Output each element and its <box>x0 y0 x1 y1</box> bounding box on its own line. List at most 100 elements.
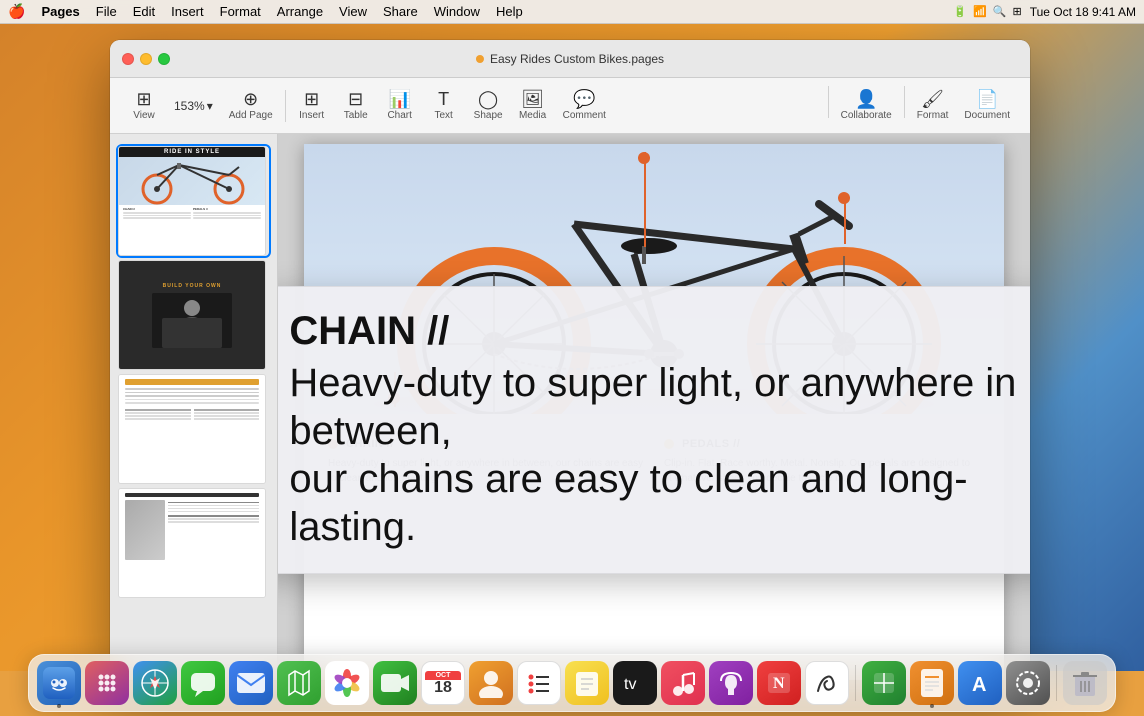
toolbar-format[interactable]: 🖌 Format <box>909 86 957 125</box>
toolbar-shape[interactable]: ◯ Shape <box>466 86 511 125</box>
toolbar-chart[interactable]: 📊 Chart <box>378 86 422 125</box>
annotation-dot-saddle <box>638 152 650 164</box>
menubar-edit[interactable]: Edit <box>125 0 163 24</box>
wifi-icon: 📶 <box>973 5 987 18</box>
text-icon: T <box>438 90 449 108</box>
dock-separator <box>855 665 856 701</box>
dock-separator-2 <box>1056 665 1057 701</box>
thumb2-label: BUILD YOUR OWN <box>163 283 222 289</box>
toolbar-zoom[interactable]: 153% ▾ <box>166 95 221 117</box>
window-title-text: Easy Rides Custom Bikes.pages <box>490 52 664 66</box>
dock-mail[interactable] <box>229 661 273 705</box>
dock: OCT 18 tv <box>28 654 1116 712</box>
canvas-area: CHAIN // Heavy-duty to super light, or a… <box>278 134 1030 680</box>
window-title: Easy Rides Custom Bikes.pages <box>476 52 664 66</box>
toolbar-add-page[interactable]: ⊕ Add Page <box>221 86 281 125</box>
menubar-format[interactable]: Format <box>212 0 269 24</box>
dock-photos[interactable] <box>325 661 369 705</box>
toolbar-text[interactable]: T Text <box>422 86 466 125</box>
dock-messages[interactable] <box>181 661 225 705</box>
annotation-dot-handle <box>838 192 850 204</box>
menubar-share[interactable]: Share <box>375 0 426 24</box>
dock-reminders[interactable] <box>517 661 561 705</box>
dock-appletv[interactable]: tv <box>613 661 657 705</box>
thumb1-content: CHAIN // PEDALS // <box>119 205 265 222</box>
dock-pages[interactable] <box>910 661 954 705</box>
dock-notes[interactable] <box>565 661 609 705</box>
comment-label: Comment <box>563 110 606 121</box>
svg-text:A: A <box>972 674 986 696</box>
freeform-icon <box>813 669 841 697</box>
dock-maps[interactable] <box>277 661 321 705</box>
launchpad-icon <box>93 669 121 697</box>
reminders-icon <box>525 669 553 697</box>
menubar-window[interactable]: Window <box>426 0 488 24</box>
window-titlebar: Easy Rides Custom Bikes.pages <box>110 40 1030 78</box>
menubar-file[interactable]: File <box>88 0 125 24</box>
thumb-image-2: BUILD YOUR OWN <box>118 260 266 370</box>
toolbar-media[interactable]: 🖼 Media <box>511 86 555 125</box>
minimize-button[interactable] <box>140 53 152 65</box>
apple-menu[interactable]: 🍎 <box>8 3 25 20</box>
dock-trash[interactable] <box>1063 661 1107 705</box>
battery-icon: 🔋 <box>953 5 967 18</box>
dock-podcasts[interactable] <box>709 661 753 705</box>
dock-appstore[interactable]: A <box>958 661 1002 705</box>
finder-icon <box>43 667 75 699</box>
menubar-help[interactable]: Help <box>488 0 531 24</box>
thumb2-bg: BUILD YOUR OWN <box>119 261 265 369</box>
dock-safari[interactable] <box>133 661 177 705</box>
system-time: Tue Oct 18 9:41 AM <box>1030 5 1136 19</box>
toolbar-view[interactable]: ⊞ View <box>122 86 166 125</box>
menubar-view[interactable]: View <box>331 0 375 24</box>
document-icon: 📄 <box>976 90 998 108</box>
toolbar-insert[interactable]: ⊞ Insert <box>290 86 334 125</box>
thumb-image-1: RIDE IN STYLE <box>118 146 266 256</box>
close-button[interactable] <box>122 53 134 65</box>
thumbnail-1[interactable]: 1 RIDE IN STYLE <box>118 146 269 256</box>
thumb3-bg <box>119 375 265 483</box>
thumbnail-3[interactable]: 3 <box>118 374 269 484</box>
dock-music[interactable] <box>661 661 705 705</box>
dock-news[interactable]: N <box>757 661 801 705</box>
format-icon: 🖌 <box>921 90 944 108</box>
dock-launchpad[interactable] <box>85 661 129 705</box>
thumb4-bg <box>119 489 265 597</box>
calendar-display: OCT 18 <box>425 671 461 696</box>
media-icon: 🖼 <box>521 90 544 108</box>
toolbar-collaborate[interactable]: 👤 Collaborate <box>833 86 900 125</box>
control-center-icon[interactable]: ⊞ <box>1013 5 1022 18</box>
pages-active-dot <box>930 704 934 708</box>
dock-calendar[interactable]: OCT 18 <box>421 661 465 705</box>
collaborate-label: Collaborate <box>841 110 892 121</box>
document-label: Document <box>964 110 1010 121</box>
systemprefs-icon <box>1014 669 1042 697</box>
thumbnail-2[interactable]: 2 BUILD YOUR OWN <box>118 260 269 370</box>
toolbar-right-group: 👤 Collaborate 🖌 Format 📄 Document <box>824 86 1018 125</box>
status-icons: 🔋 📶 🔍 ⊞ <box>953 5 1021 18</box>
dock-finder[interactable] <box>37 661 81 705</box>
menubar-insert[interactable]: Insert <box>163 0 212 24</box>
dock-systemprefs[interactable] <box>1006 661 1050 705</box>
dock-numbers[interactable] <box>862 661 906 705</box>
menubar: 🍎 Pages File Edit Insert Format Arrange … <box>0 0 1144 24</box>
toolbar-comment[interactable]: 💬 Comment <box>555 86 614 125</box>
toolbar-table[interactable]: ⊟ Table <box>334 86 378 125</box>
finder-active-dot <box>57 704 61 708</box>
toolbar-document[interactable]: 📄 Document <box>956 86 1018 125</box>
thumb1-bike-area <box>119 157 265 205</box>
thumb-image-4 <box>118 488 266 598</box>
dock-contacts[interactable] <box>469 661 513 705</box>
thumbnail-4[interactable]: 4 <box>118 488 269 598</box>
mail-icon <box>236 672 266 694</box>
comment-icon: 💬 <box>573 90 595 108</box>
menubar-app-name[interactable]: Pages <box>33 0 87 24</box>
search-icon[interactable]: 🔍 <box>993 5 1007 18</box>
music-icon <box>670 669 696 697</box>
dock-facetime[interactable] <box>373 661 417 705</box>
dock-freeform[interactable] <box>805 661 849 705</box>
zoom-button[interactable] <box>158 53 170 65</box>
menubar-arrange[interactable]: Arrange <box>269 0 331 24</box>
thumbnail-panel[interactable]: 1 RIDE IN STYLE <box>110 134 278 680</box>
page-canvas: CHAIN // Heavy-duty to super light, or a… <box>304 144 1004 680</box>
